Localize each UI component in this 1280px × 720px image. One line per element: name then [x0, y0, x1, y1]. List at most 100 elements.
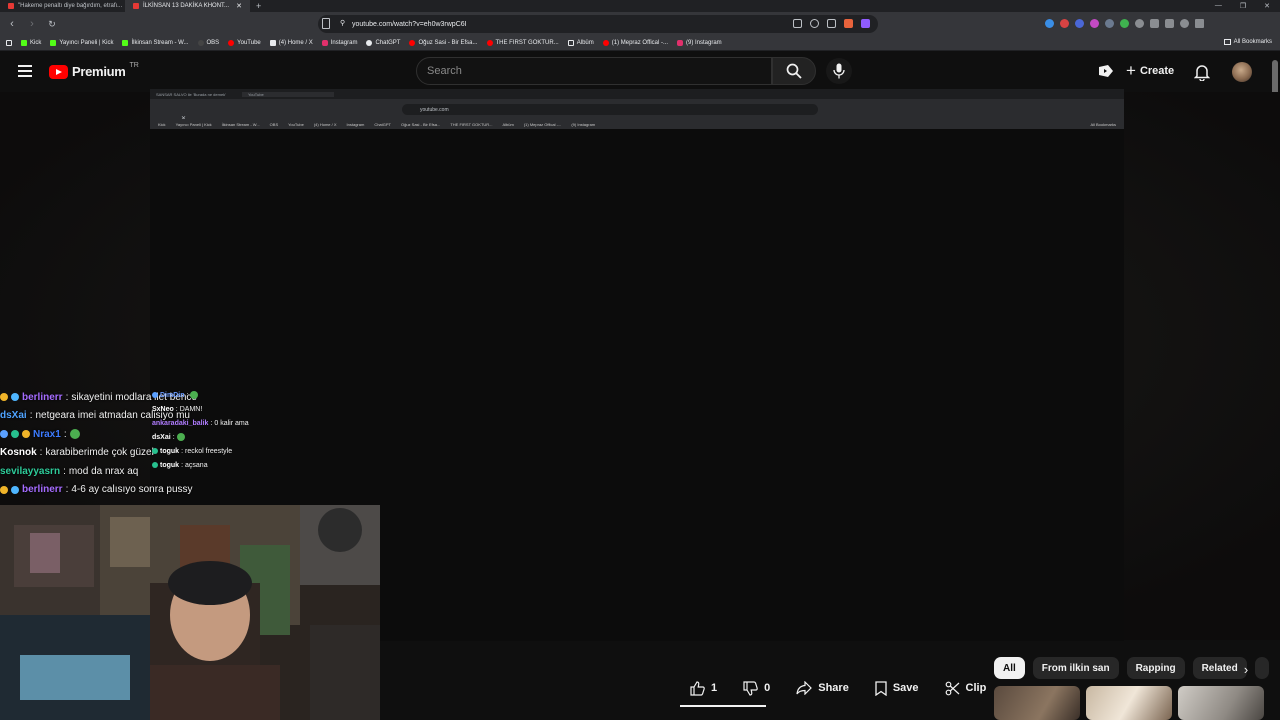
bookmark-album[interactable]: Albüm	[567, 40, 594, 46]
chip-all[interactable]: All	[994, 657, 1025, 679]
search-input[interactable]: Search	[416, 57, 772, 85]
extensions-puzzle-icon[interactable]	[1135, 19, 1144, 28]
video-actions: 1 0 Share Save Clip	[680, 673, 1032, 703]
search-icon	[786, 63, 802, 79]
chat-username: Kosnok	[0, 447, 37, 459]
extension-icon[interactable]	[1090, 19, 1099, 28]
dislike-count: 0	[764, 682, 771, 694]
extension-icon[interactable]	[1105, 19, 1114, 28]
inner-bookmark: İlkinsan Stream - W...	[221, 121, 260, 127]
chip-from-channel[interactable]: From ilkin san	[1032, 657, 1119, 679]
extension-icons	[1045, 19, 1204, 28]
chat-username: toguk	[160, 461, 180, 469]
save-label: Save	[892, 682, 919, 694]
menu-dots-icon[interactable]	[1195, 19, 1204, 28]
like-button[interactable]: 1	[680, 673, 727, 703]
bookmark-instagram[interactable]: Instagram	[321, 40, 358, 46]
avatar[interactable]	[1232, 62, 1252, 82]
inner-bookmark: Oğuz Sasi - Bir Efsa...	[400, 121, 441, 127]
bookmark-chatgpt[interactable]: ChatGPT	[366, 40, 400, 46]
chat-username: dsXai	[152, 433, 171, 441]
inner-bookmark: (4) Home / X	[313, 121, 337, 127]
chat-message: toguk: reckol freestyle	[152, 444, 292, 458]
chip-partial[interactable]	[1254, 657, 1269, 679]
youtube-premium-logo[interactable]: Premium TR	[49, 62, 139, 79]
brave-rewards-icon[interactable]	[861, 19, 870, 28]
search-button[interactable]	[772, 57, 816, 85]
bookmark-x[interactable]: (4) Home / X	[269, 40, 313, 46]
inner-bookmark: (9) Instagram	[571, 121, 596, 127]
chat-message: ankaradaki_balik: 0 kalir ama	[152, 419, 249, 427]
bookmark-label: YouTube	[237, 40, 261, 46]
reload-icon[interactable]: ↻	[44, 19, 60, 30]
inner-bookmark: Kick	[158, 121, 166, 127]
browser-tab-active[interactable]: İLKİNSAN 13 DAKİKA KHONT... ✕	[125, 0, 250, 12]
inner-bookmark: Yayıncı Paneli | Kick	[175, 121, 212, 127]
forward-icon[interactable]: ›	[24, 18, 40, 30]
bookmark-instagram-2[interactable]: (9) Instagram	[677, 40, 722, 46]
save-button[interactable]: Save	[865, 673, 929, 703]
site-info-icon[interactable]: ⚲	[340, 19, 345, 27]
back-icon[interactable]: ‹	[4, 18, 20, 30]
zoom-icon[interactable]	[810, 19, 819, 28]
bookmark-kick-panel[interactable]: Yayıncı Paneli | Kick	[50, 40, 113, 46]
extension-icon[interactable]	[1075, 19, 1084, 28]
recommended-thumbnails	[994, 686, 1264, 720]
browser-tab[interactable]: "Hakeme penaltı diye bağırdım, etrafı...…	[0, 0, 125, 12]
minimize-icon[interactable]: —	[1215, 2, 1222, 10]
bookmark-oguz[interactable]: Oğuz Sasi - Bir Efsa...	[409, 40, 478, 46]
video-thumbnail[interactable]	[1086, 686, 1172, 720]
emote-icon	[69, 429, 80, 440]
bookmark-kick[interactable]: Kick	[21, 40, 41, 46]
chat-message: dsXai:	[152, 430, 292, 444]
bookmark-page-icon[interactable]	[322, 18, 330, 29]
share-page-icon[interactable]	[827, 19, 836, 28]
extension-icon[interactable]	[1060, 19, 1069, 28]
chevron-right-icon[interactable]: ›	[1236, 662, 1256, 678]
inner-bookmark: YouTube	[288, 121, 304, 127]
bell-icon[interactable]	[1193, 63, 1211, 86]
bookmark-label: OBS	[206, 40, 220, 46]
apps-grid-icon[interactable]	[6, 40, 12, 46]
bookmark-label: Instagram	[330, 40, 358, 46]
profile-icon[interactable]	[1180, 19, 1189, 28]
bookmark-goktur[interactable]: THE FIRST GOKTUR...	[486, 40, 559, 46]
close-window-icon[interactable]: ✕	[1264, 2, 1270, 10]
bookmark-stream[interactable]: İlkinsan Stream - W...	[122, 40, 189, 46]
inner-bookmark: THE FIRST GOKTUR...	[450, 121, 493, 127]
create-button[interactable]: + Create	[1126, 61, 1174, 81]
create-video-icon[interactable]	[1098, 64, 1114, 83]
video-thumbnail[interactable]	[1178, 686, 1264, 720]
inner-tab-active: YouTube	[242, 91, 334, 97]
address-bar[interactable]: ⚲ youtube.com/watch?v=eh0w3rwpC6I	[318, 15, 878, 33]
bookmark-label: (9) Instagram	[686, 40, 722, 46]
extension-icon[interactable]	[1045, 19, 1054, 28]
all-bookmarks[interactable]: All Bookmarks	[1223, 39, 1272, 45]
bookmark-obs[interactable]: OBS	[197, 40, 220, 46]
folder-icon	[1223, 39, 1231, 45]
maximize-icon[interactable]: ❐	[1240, 2, 1246, 10]
chip-rapping[interactable]: Rapping	[1126, 657, 1185, 679]
new-tab-button[interactable]: +	[250, 1, 267, 11]
bookmark-label: Oğuz Sasi - Bir Efsa...	[418, 40, 478, 46]
like-count: 1	[711, 682, 718, 694]
dislike-button[interactable]: 0	[733, 673, 780, 703]
chat-username: berlinerr	[22, 391, 63, 403]
wallet-icon[interactable]	[1165, 19, 1174, 28]
bookmark-mepraz[interactable]: (1) Mepraz Offical -...	[602, 40, 668, 46]
bookmark-youtube[interactable]: YouTube	[228, 40, 261, 46]
menu-icon[interactable]	[18, 65, 32, 77]
video-thumbnail[interactable]	[994, 686, 1080, 720]
close-icon[interactable]: ✕	[236, 2, 242, 10]
recommendation-chips: All From ilkin san Rapping Related	[994, 657, 1269, 679]
voice-search-button[interactable]	[826, 58, 852, 84]
share-button[interactable]: Share	[786, 673, 859, 703]
cast-icon[interactable]	[793, 19, 802, 28]
youtube-logo-icon	[49, 64, 68, 79]
chat-text: mod da nrax aq	[68, 465, 139, 477]
extension-icon[interactable]	[1120, 19, 1129, 28]
inner-all-bookmarks: All Bookmarks	[1090, 121, 1116, 127]
sidebar-icon[interactable]	[1150, 19, 1159, 28]
clip-button[interactable]: Clip	[935, 673, 997, 703]
brave-shield-icon[interactable]	[844, 19, 853, 28]
